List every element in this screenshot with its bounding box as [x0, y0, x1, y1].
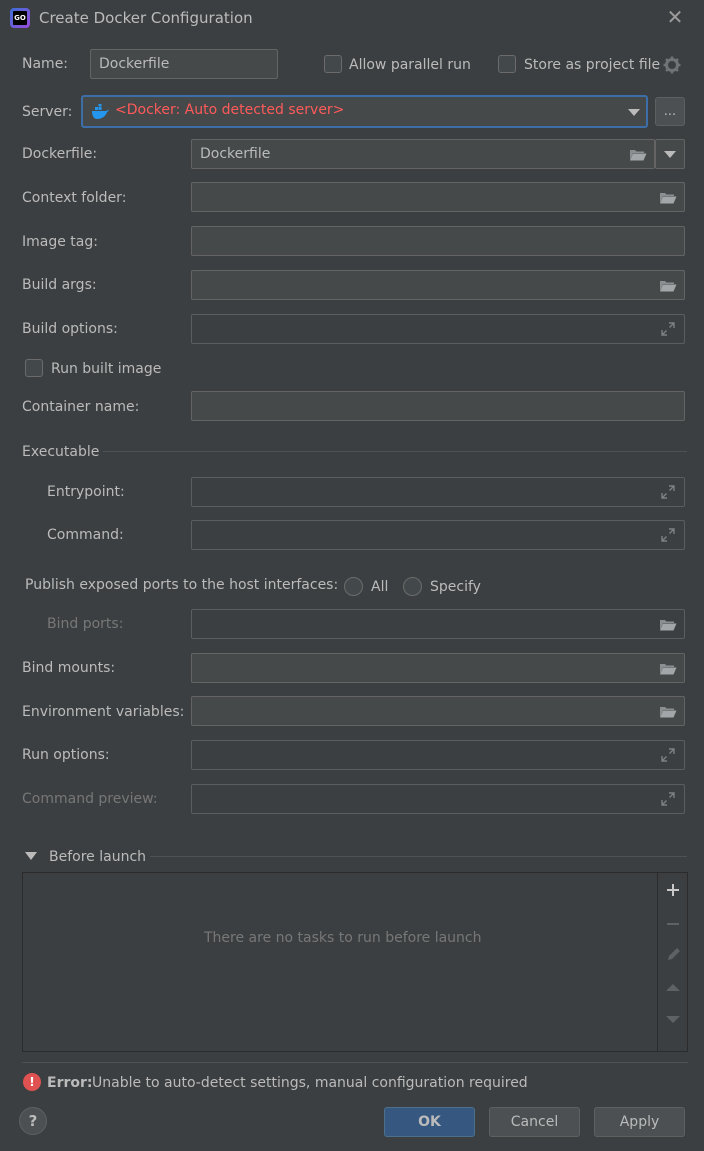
command-preview-label: Command preview: [22, 791, 158, 807]
command-label: Command: [47, 527, 124, 543]
server-combobox[interactable]: <Docker: Auto detected server> [81, 95, 648, 128]
window-title: Create Docker Configuration [39, 9, 253, 27]
app-icon-text: GO [13, 11, 27, 25]
radio-all[interactable] [344, 577, 363, 596]
context-folder-input[interactable] [191, 182, 685, 212]
edit-pencil-icon[interactable] [666, 946, 682, 962]
entrypoint-input[interactable] [191, 477, 685, 507]
footer-divider [22, 1062, 688, 1063]
gear-icon[interactable] [663, 56, 681, 74]
cancel-button[interactable]: Cancel [489, 1107, 580, 1137]
radio-all-label: All [371, 579, 389, 595]
run-built-image-label: Run built image [51, 361, 162, 377]
name-input[interactable]: Dockerfile [90, 49, 278, 79]
run-options-label: Run options: [22, 747, 110, 763]
build-args-label: Build args: [22, 277, 97, 293]
folder-icon[interactable] [659, 279, 677, 292]
ok-button[interactable]: OK [384, 1107, 475, 1137]
store-project-checkbox[interactable] [498, 55, 516, 73]
section-divider [150, 856, 687, 857]
folder-icon[interactable] [659, 705, 677, 718]
image-tag-input[interactable] [191, 226, 685, 256]
radio-specify[interactable] [403, 577, 422, 596]
tasks-toolbar [657, 873, 688, 1051]
expand-icon[interactable] [660, 791, 676, 807]
env-vars-input[interactable] [191, 696, 685, 726]
server-browse-button[interactable]: ... [655, 97, 685, 126]
build-options-input[interactable] [191, 314, 685, 344]
bind-mounts-label: Bind mounts: [22, 660, 116, 676]
build-options-label: Build options: [22, 321, 118, 337]
before-launch-tasks-panel[interactable]: There are no tasks to run before launch [22, 872, 688, 1052]
expand-icon[interactable] [660, 747, 676, 763]
bind-ports-label: Bind ports: [47, 616, 124, 632]
expand-icon[interactable] [660, 484, 676, 500]
server-value: <Docker: Auto detected server> [115, 102, 345, 118]
apply-button[interactable]: Apply [594, 1107, 685, 1137]
collapse-triangle-icon[interactable] [25, 852, 37, 861]
run-options-input[interactable] [191, 740, 685, 770]
empty-tasks-message: There are no tasks to run before launch [204, 930, 482, 946]
store-project-label: Store as project file [524, 57, 661, 73]
error-icon: ! [23, 1073, 41, 1091]
dockerfile-label: Dockerfile: [22, 146, 98, 162]
dockerfile-input-value: Dockerfile [200, 146, 271, 162]
run-built-image-checkbox[interactable] [25, 359, 43, 377]
remove-icon[interactable] [666, 917, 680, 931]
move-down-icon[interactable] [666, 1015, 680, 1024]
add-icon[interactable] [666, 883, 680, 897]
move-up-icon[interactable] [666, 983, 680, 992]
name-input-value: Dockerfile [99, 56, 170, 72]
expand-icon[interactable] [660, 527, 676, 543]
server-label: Server: [22, 104, 73, 120]
section-divider [103, 451, 687, 452]
before-launch-title[interactable]: Before launch [49, 849, 146, 865]
allow-parallel-checkbox[interactable] [324, 55, 342, 73]
goland-app-icon: GO [10, 8, 30, 28]
error-prefix: Error: [47, 1075, 93, 1091]
dockerfile-dropdown-button[interactable] [655, 139, 685, 169]
image-tag-label: Image tag: [22, 234, 98, 250]
container-name-label: Container name: [22, 399, 140, 415]
dockerfile-input[interactable]: Dockerfile [191, 139, 655, 169]
expand-icon[interactable] [660, 321, 676, 337]
folder-icon[interactable] [659, 618, 677, 631]
container-name-input[interactable] [191, 391, 685, 421]
context-folder-label: Context folder: [22, 190, 127, 206]
folder-icon[interactable] [659, 662, 677, 675]
help-button[interactable]: ? [19, 1107, 47, 1135]
name-label: Name: [22, 56, 69, 72]
docker-whale-icon [92, 104, 109, 119]
command-input[interactable] [191, 520, 685, 550]
env-vars-label: Environment variables: [22, 704, 185, 720]
command-preview-field [191, 784, 685, 814]
close-icon[interactable]: ✕ [664, 6, 686, 28]
allow-parallel-label: Allow parallel run [349, 57, 471, 73]
executable-section-title: Executable [22, 444, 100, 460]
entrypoint-label: Entrypoint: [47, 484, 125, 500]
radio-specify-label: Specify [430, 579, 481, 595]
bind-ports-input[interactable] [191, 609, 685, 639]
bind-mounts-input[interactable] [191, 653, 685, 683]
publish-ports-label: Publish exposed ports to the host interf… [25, 577, 339, 593]
build-args-input[interactable] [191, 270, 685, 300]
error-message: Unable to auto-detect settings, manual c… [92, 1075, 528, 1091]
chevron-down-icon [628, 109, 640, 116]
folder-icon[interactable] [629, 148, 647, 161]
folder-icon[interactable] [659, 191, 677, 204]
chevron-down-icon [664, 151, 676, 158]
